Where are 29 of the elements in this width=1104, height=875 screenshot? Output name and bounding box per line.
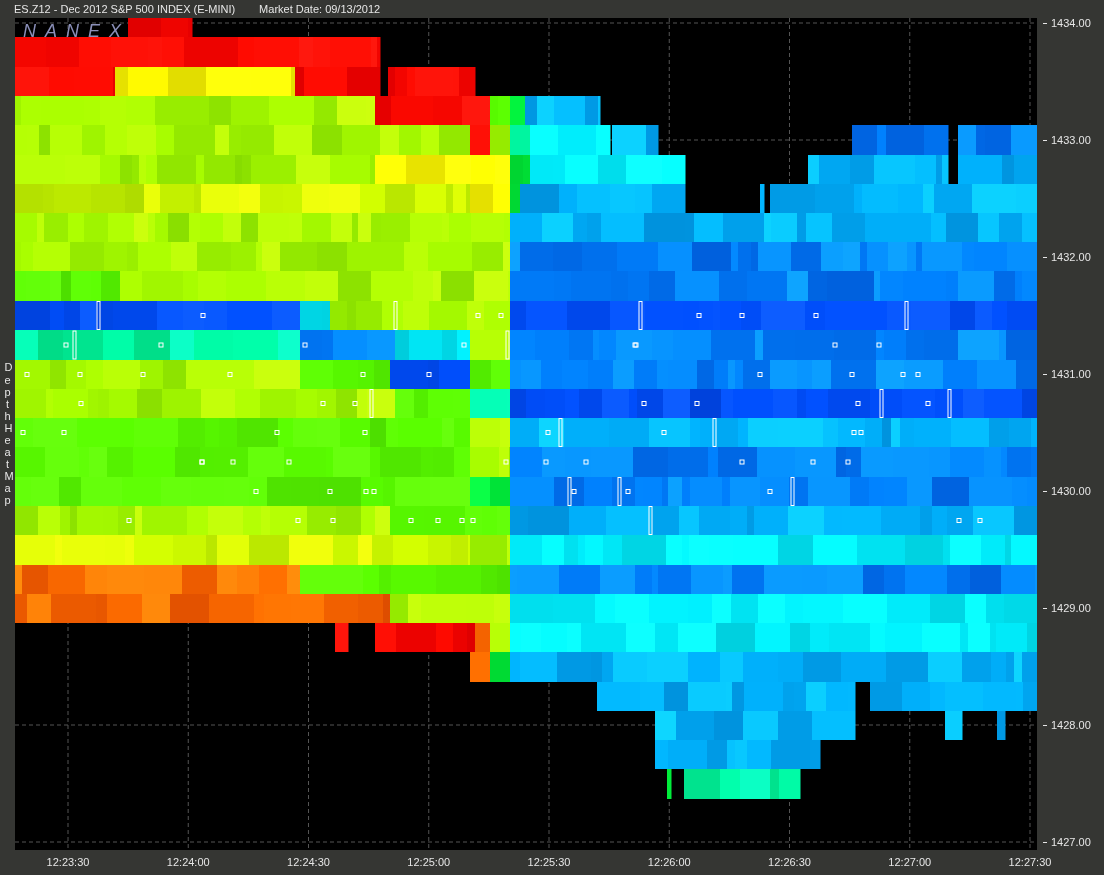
logo-text: NANEX (23, 21, 130, 42)
time-label: 12:27:00 (888, 856, 932, 868)
instrument-title: ES.Z12 - Dec 2012 S&P 500 INDEX (E-MINI) (14, 3, 236, 15)
time-label: 12:25:30 (527, 856, 571, 868)
price-label: 1434.00 (1051, 17, 1091, 29)
tick-mark (1043, 841, 1047, 843)
tick-mark (1043, 724, 1047, 726)
price-label: 1433.00 (1051, 134, 1091, 146)
price-label: 1429.00 (1051, 602, 1091, 614)
time-label: 12:26:00 (647, 856, 691, 868)
time-label: 12:24:30 (287, 856, 330, 868)
price-label: 1432.00 (1051, 251, 1091, 263)
time-label: 12:25:00 (407, 856, 451, 868)
tick-mark (1043, 607, 1047, 609)
time-label: 12:27:30 (1008, 856, 1052, 868)
market-date: Market Date: 09/13/2012 (259, 3, 381, 15)
time-label: 12:23:30 (46, 856, 90, 868)
price-label: 1427.00 (1051, 836, 1091, 848)
tick-mark (1043, 22, 1047, 24)
tick-mark (1043, 256, 1047, 258)
tick-mark (1043, 490, 1047, 492)
time-label: 12:24:00 (166, 856, 210, 868)
price-label: 1428.00 (1051, 719, 1091, 731)
tick-mark (1043, 139, 1047, 141)
price-label: 1430.00 (1051, 485, 1091, 497)
axis-title: Depth Heat Map (4, 361, 11, 507)
price-label: 1431.00 (1051, 368, 1091, 380)
tick-mark (1043, 373, 1047, 375)
time-label: 12:26:30 (768, 856, 811, 868)
